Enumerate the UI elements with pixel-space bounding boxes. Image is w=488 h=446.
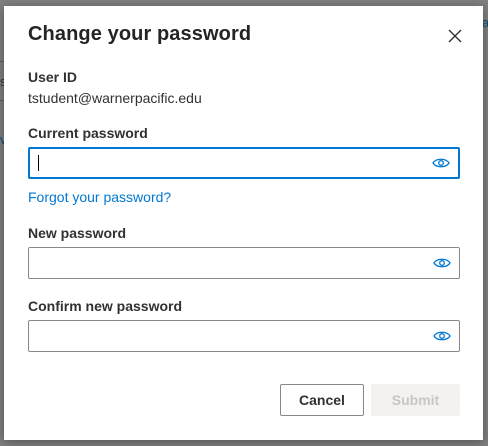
new-password-label: New password <box>28 225 127 241</box>
cancel-button[interactable]: Cancel <box>280 384 364 416</box>
eye-icon <box>433 258 451 268</box>
dialog-title: Change your password <box>28 23 252 45</box>
confirm-password-label: Confirm new password <box>28 298 183 314</box>
change-password-dialog: Change your password User ID tstudent@wa… <box>4 6 483 440</box>
current-password-input[interactable] <box>38 149 418 177</box>
current-password-field[interactable] <box>28 147 460 179</box>
eye-icon <box>432 158 450 168</box>
close-button[interactable] <box>445 26 465 46</box>
current-password-label: Current password <box>28 125 148 141</box>
reveal-password-button[interactable] <box>433 257 451 269</box>
user-id-value: tstudent@warnerpacific.edu <box>28 90 202 106</box>
reveal-password-button[interactable] <box>433 330 451 342</box>
forgot-password-link[interactable]: Forgot your password? <box>28 189 171 205</box>
confirm-password-field[interactable] <box>28 320 460 352</box>
user-id-label: User ID <box>28 69 78 85</box>
reveal-password-button[interactable] <box>432 157 450 169</box>
close-icon <box>448 29 462 43</box>
submit-button[interactable]: Submit <box>371 384 460 416</box>
confirm-password-input[interactable] <box>37 321 417 351</box>
new-password-field[interactable] <box>28 247 460 279</box>
new-password-input[interactable] <box>37 248 417 278</box>
eye-icon <box>433 331 451 341</box>
text-caret <box>38 155 39 171</box>
